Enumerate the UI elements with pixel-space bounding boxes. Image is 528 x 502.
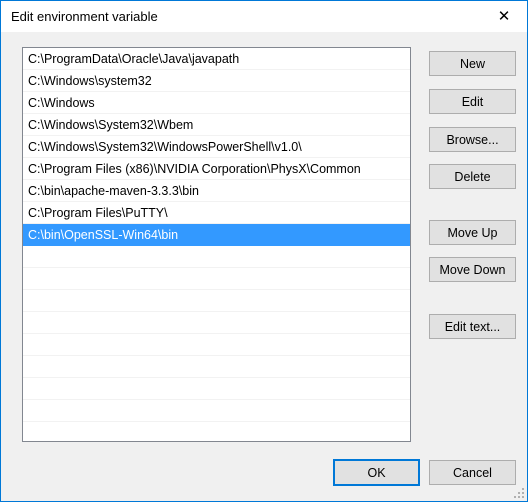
list-item[interactable]: C:\bin\apache-maven-3.3.3\bin (23, 180, 410, 202)
list-item[interactable]: C:\bin\OpenSSL-Win64\bin (23, 224, 410, 246)
edit-environment-variable-dialog: Edit environment variable ✕ C:\ProgramDa… (0, 0, 528, 502)
list-item-empty[interactable] (23, 290, 410, 312)
edit-button[interactable]: Edit (429, 89, 516, 114)
list-item-empty[interactable] (23, 312, 410, 334)
ok-button[interactable]: OK (333, 459, 420, 486)
close-x-glyph: ✕ (497, 6, 511, 25)
path-list[interactable]: C:\ProgramData\Oracle\Java\javapath C:\Wi… (22, 47, 411, 442)
list-item-empty[interactable] (23, 334, 410, 356)
list-item-empty[interactable] (23, 246, 410, 268)
edit-text-button[interactable]: Edit text... (429, 314, 516, 339)
list-item-empty[interactable] (23, 400, 410, 422)
move-up-button[interactable]: Move Up (429, 220, 516, 245)
list-item-empty[interactable] (23, 268, 410, 290)
new-button[interactable]: New (429, 51, 516, 76)
list-item[interactable]: C:\Program Files\PuTTY\ (23, 202, 410, 224)
list-item-empty[interactable] (23, 378, 410, 400)
list-item[interactable]: C:\Windows (23, 92, 410, 114)
list-item[interactable]: C:\Windows\system32 (23, 70, 410, 92)
title-bar: Edit environment variable ✕ (1, 1, 527, 33)
cancel-button[interactable]: Cancel (429, 460, 516, 485)
browse-button[interactable]: Browse... (429, 127, 516, 152)
delete-button[interactable]: Delete (429, 164, 516, 189)
list-item[interactable]: C:\Program Files (x86)\NVIDIA Corporatio… (23, 158, 410, 180)
list-item[interactable]: C:\Windows\System32\Wbem (23, 114, 410, 136)
list-item-empty[interactable] (23, 356, 410, 378)
move-down-button[interactable]: Move Down (429, 257, 516, 282)
close-icon[interactable]: ✕ (481, 1, 527, 31)
resize-grip[interactable] (512, 486, 524, 498)
list-item[interactable]: C:\ProgramData\Oracle\Java\javapath (23, 48, 410, 70)
window-title: Edit environment variable (11, 9, 158, 24)
list-item[interactable]: C:\Windows\System32\WindowsPowerShell\v1… (23, 136, 410, 158)
